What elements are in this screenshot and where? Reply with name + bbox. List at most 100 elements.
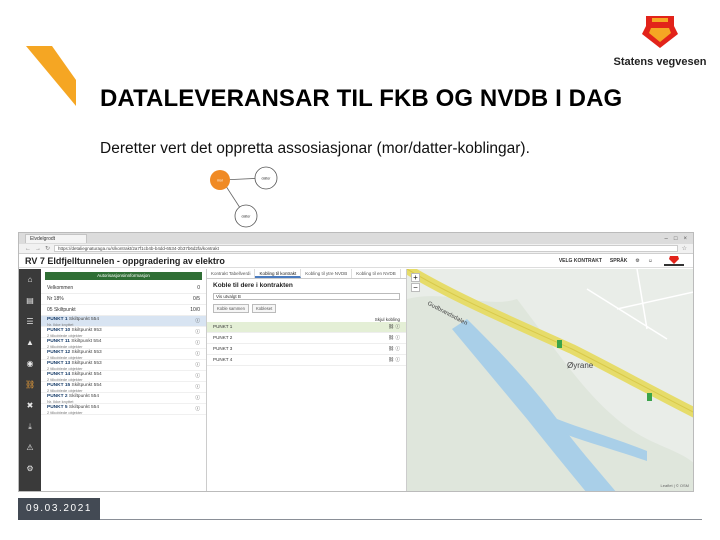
footer-divider bbox=[100, 519, 702, 520]
link-status-icon[interactable]: ⛓ ⓘ bbox=[388, 357, 400, 363]
unlink-button[interactable]: Kobleset bbox=[251, 304, 277, 313]
map-label-place: Øyrane bbox=[567, 361, 594, 370]
mini-brand-logo bbox=[664, 255, 684, 266]
point-sub: 2 tilkoblede objekter bbox=[47, 344, 83, 349]
point-list-item[interactable]: PUNKT 11 Skiltpunkt 554 2 tilkoblede obje… bbox=[41, 338, 206, 349]
location-icon[interactable]: ◉ bbox=[25, 359, 35, 369]
form-point-row[interactable]: PUNKT 2 ⛓ ⓘ bbox=[207, 333, 406, 344]
tab-link-outer-nvdb[interactable]: Kobling til ytre NVDB bbox=[301, 269, 353, 278]
tab-contract-table[interactable]: Kontrakt Tabellverdi bbox=[207, 269, 256, 278]
decorative-stripe bbox=[26, 46, 76, 106]
map-view[interactable]: Øyrane Gudbrandsdalen + − Leaflet | © OS… bbox=[407, 269, 693, 491]
point-sub: Nr. Ikke knyttet bbox=[47, 399, 74, 404]
point-sub: 2 tilkoblede objekter bbox=[47, 410, 83, 415]
link-status-icon[interactable]: ⛓ ⓘ bbox=[388, 335, 400, 341]
point-list-item[interactable]: PUNKT 15 Skiltpunkt 554 2 tilkoblede obje… bbox=[41, 382, 206, 393]
star-icon[interactable]: ☆ bbox=[682, 245, 687, 252]
point-sub: 2 tilkoblede objekter bbox=[47, 333, 83, 338]
close-button[interactable]: × bbox=[683, 236, 687, 242]
list-header: Autorisasjonsinnformasjon bbox=[45, 272, 202, 280]
form-point-row[interactable]: PUNKT 3 ⛓ ⓘ bbox=[207, 344, 406, 355]
info-icon[interactable]: ⓘ bbox=[195, 361, 200, 369]
link-status-icon[interactable]: ⛓ ⓘ bbox=[388, 346, 400, 352]
gear-icon[interactable]: ⚙ bbox=[25, 464, 35, 474]
tab-link-contract[interactable]: Kobling til kontrakt bbox=[255, 269, 302, 278]
app-title: RV 7 Eldfjelltunnelen - oppgradering av … bbox=[25, 255, 225, 266]
forward-arrow-icon[interactable]: → bbox=[35, 246, 41, 252]
icon-sidebar: ⌂ ▤ ☰ ▲ ◉ ⛓ ✖ ⤓ ⚠ ⚙ bbox=[19, 269, 41, 491]
form-point-name: PUNKT 1 bbox=[213, 324, 233, 329]
form-point-row[interactable]: PUNKT 1 ⛓ ⓘ bbox=[207, 322, 406, 333]
tab-link-nvdb[interactable]: Kobling til en NVDB bbox=[352, 269, 401, 278]
form-tabs: Kontrakt Tabellverdi Kobling til kontrak… bbox=[207, 269, 406, 279]
browser-tab[interactable]: Elvdelgrodt bbox=[25, 234, 87, 243]
info-icon[interactable]: ⓘ bbox=[195, 372, 200, 380]
point-sub: 2 tilkoblede objekter bbox=[47, 366, 83, 371]
form-point-row[interactable]: PUNKT 4 ⛓ ⓘ bbox=[207, 355, 406, 366]
diagram-label-datter: datter bbox=[262, 177, 272, 181]
object-type-select[interactable]: Vis utvalgt B bbox=[213, 293, 400, 300]
app-header: RV 7 Eldfjelltunnelen - oppgradering av … bbox=[19, 254, 693, 268]
document-icon[interactable]: ▤ bbox=[25, 296, 35, 306]
list-filter[interactable]: 05 Skiltpunkt 10/0 bbox=[41, 305, 206, 316]
road-icon[interactable]: ▲ bbox=[25, 338, 35, 348]
point-list-item[interactable]: PUNKT 13 Skiltpunkt 553 2 tilkoblede obje… bbox=[41, 360, 206, 371]
window-controls: – □ × bbox=[665, 236, 693, 242]
form-title: Koble til dere i kontrakten bbox=[213, 282, 293, 289]
zoom-in-button[interactable]: + bbox=[411, 273, 420, 282]
point-list-item[interactable]: PUNKT 5 Skiltpunkt 554 2 tilkoblede objek… bbox=[41, 404, 206, 415]
info-icon[interactable]: ⓘ bbox=[195, 405, 200, 413]
point-sub: 2 tilkoblede objekter bbox=[47, 355, 83, 360]
app-screenshot: Elvdelgrodt – □ × ← → ↻ https://detalieg… bbox=[18, 232, 694, 492]
point-sub: 2 tilkoblede objekter bbox=[47, 388, 83, 393]
zoom-out-button[interactable]: − bbox=[411, 283, 420, 292]
association-diagram: mor datter datter bbox=[200, 166, 290, 236]
browser-tab-bar: Elvdelgrodt – □ × bbox=[19, 233, 693, 244]
info-icon[interactable]: ⓘ bbox=[195, 328, 200, 336]
point-list-item[interactable]: PUNKT 10 Skiltpunkt 953 2 tilkoblede obje… bbox=[41, 327, 206, 338]
point-list-item[interactable]: PUNKT 1 Skiltpunkt 554 Nr. Ikke knyttet ⓘ bbox=[41, 316, 206, 327]
point-sub: Nr. Ikke knyttet bbox=[47, 322, 74, 327]
link-button[interactable]: Koble sammen bbox=[213, 304, 249, 313]
brand-name: Statens vegvesen bbox=[613, 56, 707, 68]
address-bar: ← → ↻ https://detaliegnaturaga.ru/s/kont… bbox=[19, 244, 693, 254]
select-contract-button[interactable]: VELG KONTRAKT bbox=[559, 258, 602, 264]
point-list-item[interactable]: PUNKT 14 Skiltpunkt 554 2 tilkoblede obje… bbox=[41, 371, 206, 382]
slide-body-text: Deretter vert det oppretta assosiasjonar… bbox=[100, 140, 530, 157]
list-filter[interactable]: Nr 18% 0/5 bbox=[41, 294, 206, 305]
link-form-panel: Kontrakt Tabellverdi Kobling til kontrak… bbox=[207, 269, 407, 491]
minimize-button[interactable]: – bbox=[665, 236, 668, 242]
link-status-icon[interactable]: ⛓ ⓘ bbox=[388, 324, 400, 330]
slide-title: DATALEVERANSAR TIL FKB OG NVDB I DAG bbox=[100, 85, 623, 112]
delete-icon[interactable]: ✖ bbox=[25, 401, 35, 411]
list-filter[interactable]: Velkommen 0 bbox=[41, 283, 206, 294]
language-button[interactable]: SPRÅK bbox=[610, 258, 628, 264]
map-attribution: Leaflet | © OSM bbox=[660, 483, 689, 488]
diagram-label-mor: mor bbox=[217, 179, 224, 183]
maximize-button[interactable]: □ bbox=[674, 236, 678, 242]
diagram-label-datter: datter bbox=[242, 215, 252, 219]
url-input[interactable]: https://detaliegnaturaga.ru/s/kontrakt/2… bbox=[54, 245, 678, 252]
warning-icon[interactable]: ⚠ bbox=[25, 443, 35, 453]
form-point-name: PUNKT 3 bbox=[213, 346, 233, 351]
info-icon[interactable]: ⓘ bbox=[195, 317, 200, 325]
link-icon[interactable]: ⛓ bbox=[25, 380, 35, 390]
info-icon[interactable]: ⓘ bbox=[195, 339, 200, 347]
home-icon[interactable]: ⌂ bbox=[25, 275, 35, 285]
form-point-name: PUNKT 4 bbox=[213, 357, 233, 362]
download-icon[interactable]: ⤓ bbox=[25, 422, 35, 432]
point-list-item[interactable]: PUNKT 2 Skiltpunkt 554 Nr. Ikke knyttet ⓘ bbox=[41, 393, 206, 404]
form-point-name: PUNKT 2 bbox=[213, 335, 233, 340]
slide-date: 09.03.2021 bbox=[18, 498, 100, 520]
info-icon[interactable]: ⓘ bbox=[195, 350, 200, 358]
info-icon[interactable]: ⓘ bbox=[195, 394, 200, 402]
back-arrow-icon[interactable]: ← bbox=[25, 246, 31, 252]
list-icon[interactable]: ☰ bbox=[25, 317, 35, 327]
user-icon[interactable]: ☺ bbox=[648, 258, 653, 264]
point-list-panel: Autorisasjonsinnformasjon Velkommen 0 Nr… bbox=[41, 269, 207, 491]
point-sub: 2 tilkoblede objekter bbox=[47, 377, 83, 382]
settings-icon[interactable]: ⚙ bbox=[635, 258, 639, 264]
point-list-item[interactable]: PUNKT 12 Skiltpunkt 553 2 tilkoblede obje… bbox=[41, 349, 206, 360]
info-icon[interactable]: ⓘ bbox=[195, 383, 200, 391]
reload-icon[interactable]: ↻ bbox=[45, 245, 50, 252]
